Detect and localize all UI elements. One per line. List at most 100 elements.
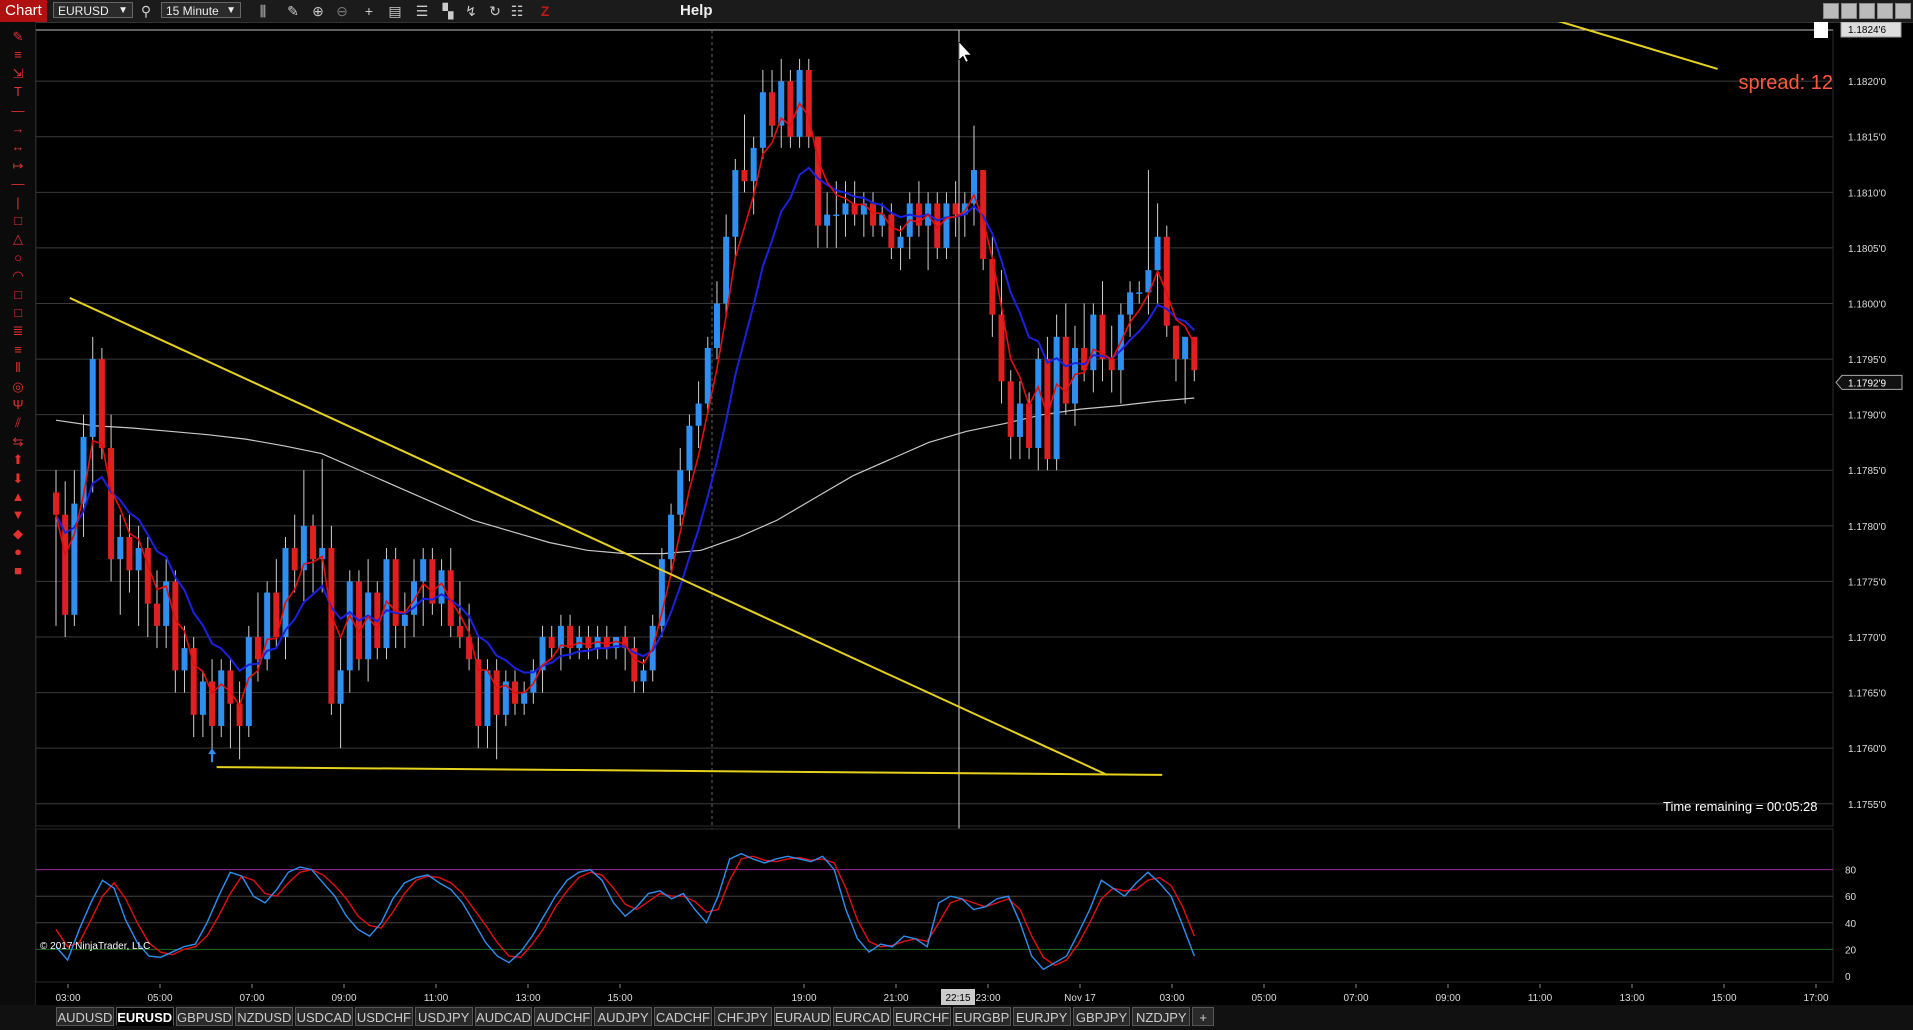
time-tick-label: 03:00 [55, 993, 80, 1004]
tab-audcad[interactable]: AUDCAD [474, 1007, 533, 1026]
oscillator-tick-label: 20 [1845, 945, 1857, 956]
time-tick-label: 13:00 [515, 993, 540, 1004]
time-tick-label: 05:00 [1251, 993, 1276, 1004]
candle-body [1163, 236, 1170, 326]
candle-body [1016, 403, 1023, 437]
tab-usdcad[interactable]: USDCAD [295, 1007, 353, 1026]
price-tick-label: 1.1760'0 [1848, 744, 1886, 755]
window-title: Chart [0, 0, 47, 22]
tab-eurusd[interactable]: EURUSD [115, 1007, 174, 1026]
candle-body [236, 703, 243, 726]
time-tick-label: 11:00 [1528, 993, 1553, 1004]
tab-cadchf[interactable]: CADCHF [654, 1007, 712, 1026]
tab-audusd[interactable]: AUDUSD [56, 1007, 114, 1026]
bars-type-icon[interactable]: ⫼ [254, 2, 272, 20]
minimize-button[interactable] [1823, 3, 1839, 19]
cursor-time-label: 22:15 [945, 993, 970, 1004]
zoom-in-icon[interactable]: ⊕ [309, 2, 327, 20]
candle-body [135, 548, 142, 571]
ema-fast-line [55, 101, 1196, 708]
price-tick-label: 1.1800'0 [1848, 299, 1886, 310]
tab-audchf[interactable]: AUDCHF [534, 1007, 593, 1026]
chevron-down-icon: ▼ [118, 5, 128, 16]
candle-body [218, 670, 225, 726]
tab-eurcad[interactable]: EURCAD [833, 1007, 892, 1026]
help-menu[interactable]: Help [680, 0, 713, 22]
candle-body [603, 637, 610, 649]
z-order-icon[interactable]: Z [536, 2, 554, 20]
price-tick-label: 1.1780'0 [1848, 522, 1886, 533]
maximize-button[interactable] [1859, 3, 1875, 19]
close-button[interactable] [1895, 3, 1911, 19]
data-box-icon[interactable]: ▤ [386, 2, 404, 20]
candle-body [1026, 403, 1033, 449]
instrument-select[interactable]: EURUSD ▼ [53, 2, 133, 18]
indicators-icon[interactable]: ☰ [413, 2, 431, 20]
candle-body [337, 670, 344, 704]
candle-body [677, 470, 684, 515]
tab-eurgbp[interactable]: EURGBP [953, 1007, 1011, 1026]
zoom-out-icon[interactable]: ⊖ [333, 2, 351, 20]
tab-chfjpy[interactable]: CHFJPY [713, 1007, 772, 1026]
tab-nzdjpy[interactable]: NZDJPY [1132, 1007, 1191, 1026]
candle-body [282, 548, 289, 638]
tab-usdjpy[interactable]: USDJPY [414, 1007, 473, 1026]
tab-gbpusd[interactable]: GBPUSD [175, 1007, 234, 1026]
price-tick-label: 1.1795'0 [1848, 355, 1886, 366]
tab-euraud[interactable]: EURAUD [773, 1007, 832, 1026]
add-tab-icon[interactable]: + [1192, 1007, 1215, 1026]
oscillator-tick-label: 60 [1845, 892, 1857, 903]
pin-button[interactable] [1877, 3, 1893, 19]
time-remaining-label: Time remaining = 00:05:28 [1663, 799, 1818, 814]
properties-icon[interactable]: ☷ [508, 2, 526, 20]
time-tick-label: 13:00 [1619, 993, 1644, 1004]
candle-body [401, 614, 408, 626]
last-price-label: 1.1792'9 [1848, 378, 1886, 389]
instrument-value: EURUSD [58, 4, 109, 18]
price-tick-label: 1.1770'0 [1848, 633, 1886, 644]
tab-eurchf[interactable]: EURCHF [893, 1007, 951, 1026]
trendline [1557, 22, 1718, 70]
candle-body [328, 548, 335, 704]
strategies-icon[interactable]: ▚ [439, 2, 457, 20]
search-icon[interactable]: ⚲ [137, 2, 155, 20]
crosshair-icon[interactable]: + [360, 2, 378, 20]
reload-icon[interactable]: ↻ [486, 2, 504, 20]
copyright-label: © 2017 NinjaTrader, LLC [40, 941, 151, 952]
time-tick-label: 09:00 [331, 993, 356, 1004]
trend-icon[interactable]: ↯ [462, 2, 480, 20]
time-tick-label: 03:00 [1159, 993, 1184, 1004]
candle-body [870, 203, 877, 226]
candle-body [695, 403, 702, 426]
price-chart[interactable]: 1.1820'0 1.1815'0 1.1810'0 1.1805'0 1.1800'0… [0, 22, 1913, 1005]
tab-usdchf[interactable]: USDCHF [355, 1007, 413, 1026]
tab-nzdusd[interactable]: NZDUSD [235, 1007, 294, 1026]
candle-body [824, 214, 831, 226]
candle-body [732, 170, 739, 237]
candle-body [897, 236, 904, 248]
tab-eurjpy[interactable]: EURJPY [1012, 1007, 1071, 1026]
candle-body [888, 214, 895, 248]
trendline [69, 297, 1108, 776]
price-tick-label: 1.1815'0 [1848, 133, 1886, 144]
time-tick-label: 09:00 [1435, 993, 1460, 1004]
candle-body [199, 681, 206, 715]
mouse-pointer-icon [958, 41, 972, 63]
candle-body [640, 670, 647, 682]
candle-body [530, 670, 537, 693]
oscillator-panel-frame [35, 828, 1834, 983]
candle-body [759, 92, 766, 148]
candle-body [585, 637, 592, 649]
candle-body [686, 425, 693, 471]
price-tick-label: 1.1755'0 [1848, 800, 1886, 811]
tab-gbpjpy[interactable]: GBPJPY [1072, 1007, 1131, 1026]
restore-button[interactable] [1841, 3, 1857, 19]
time-tick-label: Nov 17 [1064, 993, 1096, 1004]
oscillator-tick-label: 80 [1845, 866, 1857, 877]
candle-body [98, 359, 105, 449]
draw-pencil-icon[interactable]: ✎ [284, 2, 302, 20]
candle-body [723, 236, 730, 304]
tab-audjpy[interactable]: AUDJPY [594, 1007, 652, 1026]
candle-body [245, 637, 252, 726]
interval-select[interactable]: 15 Minute ▼ [161, 2, 241, 18]
